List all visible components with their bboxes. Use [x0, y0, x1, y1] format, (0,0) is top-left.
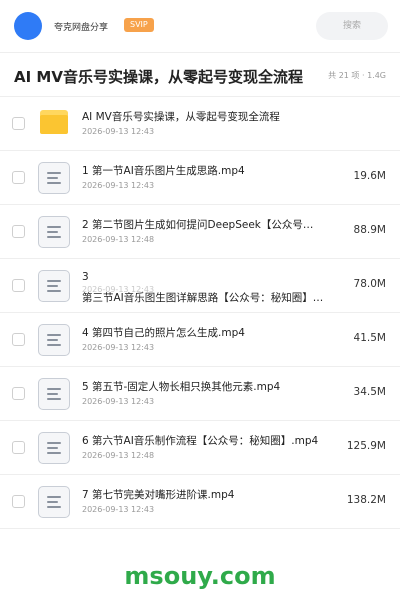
video-file-icon: [38, 324, 70, 356]
file-name: AI MV音乐号实操课，从零起号变现全流程: [82, 111, 280, 123]
file-size: 88.9M: [353, 224, 386, 236]
file-date: 2026-09-13 12:43: [82, 181, 155, 190]
row-checkbox[interactable]: [12, 279, 25, 292]
file-name: 2 第二节图片生成如何提问DeepSeek【公众号…: [82, 219, 314, 231]
file-size: 19.6M: [353, 170, 386, 182]
video-file-icon: [38, 486, 70, 518]
file-name-line1: 3: [82, 271, 89, 283]
video-file-icon: [38, 162, 70, 194]
file-name: 5 第五节-固定人物长相只换其他元素.mp4: [82, 381, 281, 393]
avatar[interactable]: [14, 12, 42, 40]
file-size: 41.5M: [353, 332, 386, 344]
row-checkbox[interactable]: [12, 441, 25, 454]
list-item[interactable]: 7 第七节完美对嘴形进阶课.mp4 2026-09-13 12:43 138.2…: [0, 475, 400, 529]
folder-icon: [40, 110, 68, 134]
file-name: 1 第一节AI音乐图片生成思路.mp4: [82, 165, 245, 177]
app-header: 夸克网盘分享 SVIP 搜索: [0, 0, 400, 52]
file-name: 4 第四节自己的照片怎么生成.mp4: [82, 327, 245, 339]
row-checkbox[interactable]: [12, 225, 25, 238]
list-item[interactable]: 5 第五节-固定人物长相只换其他元素.mp4 2026-09-13 12:43 …: [0, 367, 400, 421]
video-file-icon: [38, 270, 70, 302]
file-name-line2: 第三节AI音乐图生图详解思路【公众号：秘知圈】…: [82, 292, 324, 304]
file-size: 34.5M: [353, 386, 386, 398]
row-checkbox[interactable]: [12, 495, 25, 508]
list-item[interactable]: 3 2026-09-13 12:43 第三节AI音乐图生图详解思路【公众号：秘知…: [0, 259, 400, 313]
row-checkbox[interactable]: [12, 333, 25, 346]
file-name: 7 第七节完美对嘴形进阶课.mp4: [82, 489, 235, 501]
watermark-text: msouy.com: [124, 562, 276, 590]
item-count: 共 21 项 · 1.4G: [328, 71, 386, 80]
row-checkbox[interactable]: [12, 171, 25, 184]
file-size: 78.0M: [353, 278, 386, 290]
page-title: AI MV音乐号实操课，从零起号变现全流程: [14, 68, 303, 86]
list-item[interactable]: 1 第一节AI音乐图片生成思路.mp4 2026-09-13 12:43 19.…: [0, 151, 400, 205]
list-item[interactable]: 6 第六节AI音乐制作流程【公众号：秘知圈】.mp4 2026-09-13 12…: [0, 421, 400, 475]
video-file-icon: [38, 432, 70, 464]
file-date: 2026-09-13 12:48: [82, 235, 155, 244]
list-item[interactable]: 2 第二节图片生成如何提问DeepSeek【公众号… 2026-09-13 12…: [0, 205, 400, 259]
video-file-icon: [38, 216, 70, 248]
user-name: 夸克网盘分享: [54, 23, 109, 33]
svip-badge: SVIP: [124, 18, 154, 32]
file-name: 6 第六节AI音乐制作流程【公众号：秘知圈】.mp4: [82, 435, 319, 447]
file-date: 2026-09-13 12:43: [82, 127, 155, 136]
header-divider: [0, 52, 400, 53]
file-date: 2026-09-13 12:48: [82, 451, 155, 460]
list-item-folder[interactable]: AI MV音乐号实操课，从零起号变现全流程 2026-09-13 12:43: [0, 97, 400, 151]
video-file-icon: [38, 378, 70, 410]
file-date: 2026-09-13 12:43: [82, 505, 155, 514]
file-date: 2026-09-13 12:43: [82, 397, 155, 406]
list-item[interactable]: 4 第四节自己的照片怎么生成.mp4 2026-09-13 12:43 41.5…: [0, 313, 400, 367]
search-input[interactable]: 搜索: [316, 12, 388, 40]
row-checkbox[interactable]: [12, 117, 25, 130]
row-checkbox[interactable]: [12, 387, 25, 400]
file-date: 2026-09-13 12:43: [82, 343, 155, 352]
file-size: 138.2M: [346, 494, 386, 506]
file-size: 125.9M: [346, 440, 386, 452]
